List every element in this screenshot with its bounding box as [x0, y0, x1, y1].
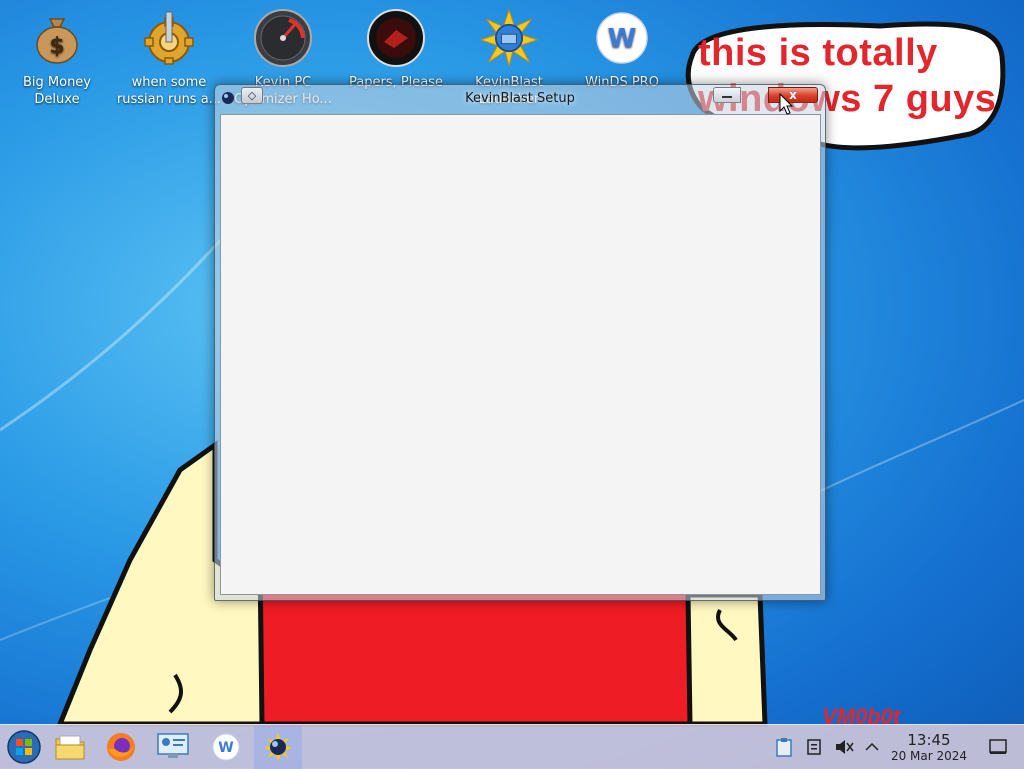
money-bag-icon: $ [27, 8, 87, 68]
svg-text:W: W [218, 740, 233, 756]
w-logo-icon: W [592, 8, 652, 68]
minimize-button[interactable] [713, 87, 741, 103]
taskbar-clock[interactable]: 13:45 20 Mar 2024 [884, 731, 974, 764]
desktop-icon-label: Big Money Deluxe [22, 75, 91, 107]
taskbar: W 13:45 20 Mar 2024 [0, 724, 1024, 769]
desktop-icon-winds-pro[interactable]: W WinDS PRO [567, 8, 677, 91]
folder-icon [55, 735, 85, 760]
windows-orb-icon [7, 730, 41, 764]
tray-notes-icon[interactable] [804, 737, 824, 757]
clock-time: 13:45 [907, 731, 951, 749]
winds-pro-button[interactable]: W [202, 725, 250, 769]
w-logo-icon: W [212, 733, 240, 761]
kevinblast-task-button[interactable] [254, 725, 302, 769]
desktop-icon-russian[interactable]: when some russian runs a... [114, 8, 224, 108]
window-content-area[interactable] [220, 114, 821, 595]
firefox-icon [107, 733, 135, 761]
control-panel-icon [157, 733, 189, 758]
tray-volume-muted-icon[interactable] [834, 737, 854, 757]
close-button[interactable]: x [768, 87, 818, 103]
control-panel-button[interactable] [149, 725, 197, 769]
show-desktop-icon[interactable] [988, 737, 1008, 757]
desktop-icon-papers-please[interactable]: Papers, Please [341, 8, 451, 91]
tray-expand-chevron-icon[interactable] [862, 737, 882, 757]
desktop-icon-label: when some russian runs a... [116, 75, 222, 107]
mouse-cursor-icon [779, 93, 793, 115]
kevinblast-icon [479, 8, 539, 68]
firefox-button[interactable] [97, 725, 145, 769]
start-button[interactable] [0, 725, 48, 769]
speedometer-icon [253, 8, 313, 68]
file-manager-button[interactable] [46, 725, 94, 769]
kevinblast-icon [264, 733, 292, 761]
svg-text:$: $ [49, 34, 64, 59]
papers-please-icon [366, 8, 426, 68]
svg-text:W: W [608, 24, 637, 54]
tray-clipboard-icon[interactable] [774, 737, 794, 757]
minimize-icon [722, 96, 732, 98]
clock-date: 20 Mar 2024 [890, 749, 968, 763]
window-titlebar[interactable]: ◇ KevinBlast Setup x [215, 85, 825, 113]
gear-icon [139, 8, 199, 68]
desktop-icon-big-money[interactable]: $ Big Money Deluxe [2, 8, 112, 108]
kevinblast-setup-window[interactable]: ◇ KevinBlast Setup x [214, 84, 826, 601]
